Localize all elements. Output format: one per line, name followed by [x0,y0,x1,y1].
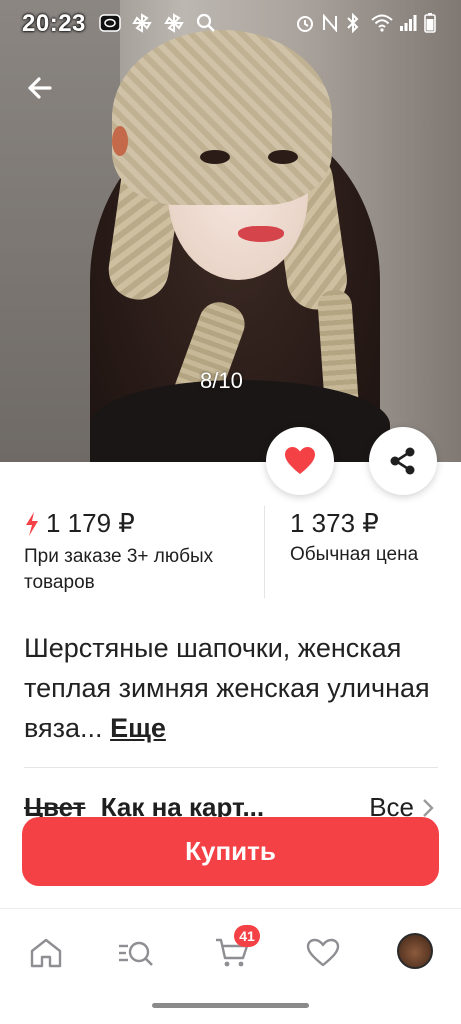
more-link[interactable]: Еще [110,713,166,743]
regular-price-value: 1 373 ₽ [290,508,379,538]
battery-icon [422,12,438,34]
gallery-counter: 8/10 [200,368,243,393]
home-icon [30,938,62,968]
app-icon [98,12,122,34]
status-time: 20:23 [22,10,86,37]
signal-icon [398,12,418,34]
buy-button[interactable]: Купить [23,818,438,885]
lightning-icon [26,511,38,536]
share-icon [390,447,415,475]
promo-price-value: 1 179 ₽ [46,508,135,538]
image-eye-right [268,150,298,164]
share-button[interactable] [369,427,437,495]
alarm-icon [294,12,316,34]
product-title[interactable]: Шерстяные шапочки, женская теплая зимняя… [24,628,434,748]
tab-profile-avatar[interactable] [397,933,433,969]
home-indicator [152,1003,309,1008]
nfc-icon [320,12,340,34]
wifi-icon [370,12,394,34]
tab-catalog[interactable] [116,933,156,973]
bottom-tab-bar: 41 [0,908,461,992]
promo-price-note: При заказе 3+ любых товаров [24,546,214,593]
tab-home[interactable] [26,933,66,973]
pinwheel-icon [130,12,154,34]
image-hat [112,30,332,205]
product-title-text: Шерстяные шапочки, женская теплая зимняя… [24,633,430,743]
search-icon [194,12,218,34]
bluetooth-icon [344,12,362,34]
price-block: 1 179 ₽ При заказе 3+ любых товаров 1 37… [0,500,461,600]
catalog-search-icon [119,941,153,966]
price-divider [264,506,265,598]
promo-price: 1 179 ₽ [24,508,135,539]
favorite-button[interactable] [266,427,334,495]
hat-flower [112,126,128,156]
pinwheel-icon [162,12,186,34]
image-lips [238,226,284,242]
heart-icon [285,447,315,474]
tab-favorites[interactable] [303,933,343,973]
heart-outline-icon [306,938,340,967]
back-button[interactable] [22,70,58,106]
section-divider [24,767,438,768]
back-arrow-icon [28,77,52,99]
status-bar: 20:23 [0,0,461,48]
cart-badge: 41 [234,925,260,947]
image-eye-left [200,150,230,164]
chevron-right-icon [423,798,434,817]
regular-price-note: Обычная цена [290,544,419,565]
